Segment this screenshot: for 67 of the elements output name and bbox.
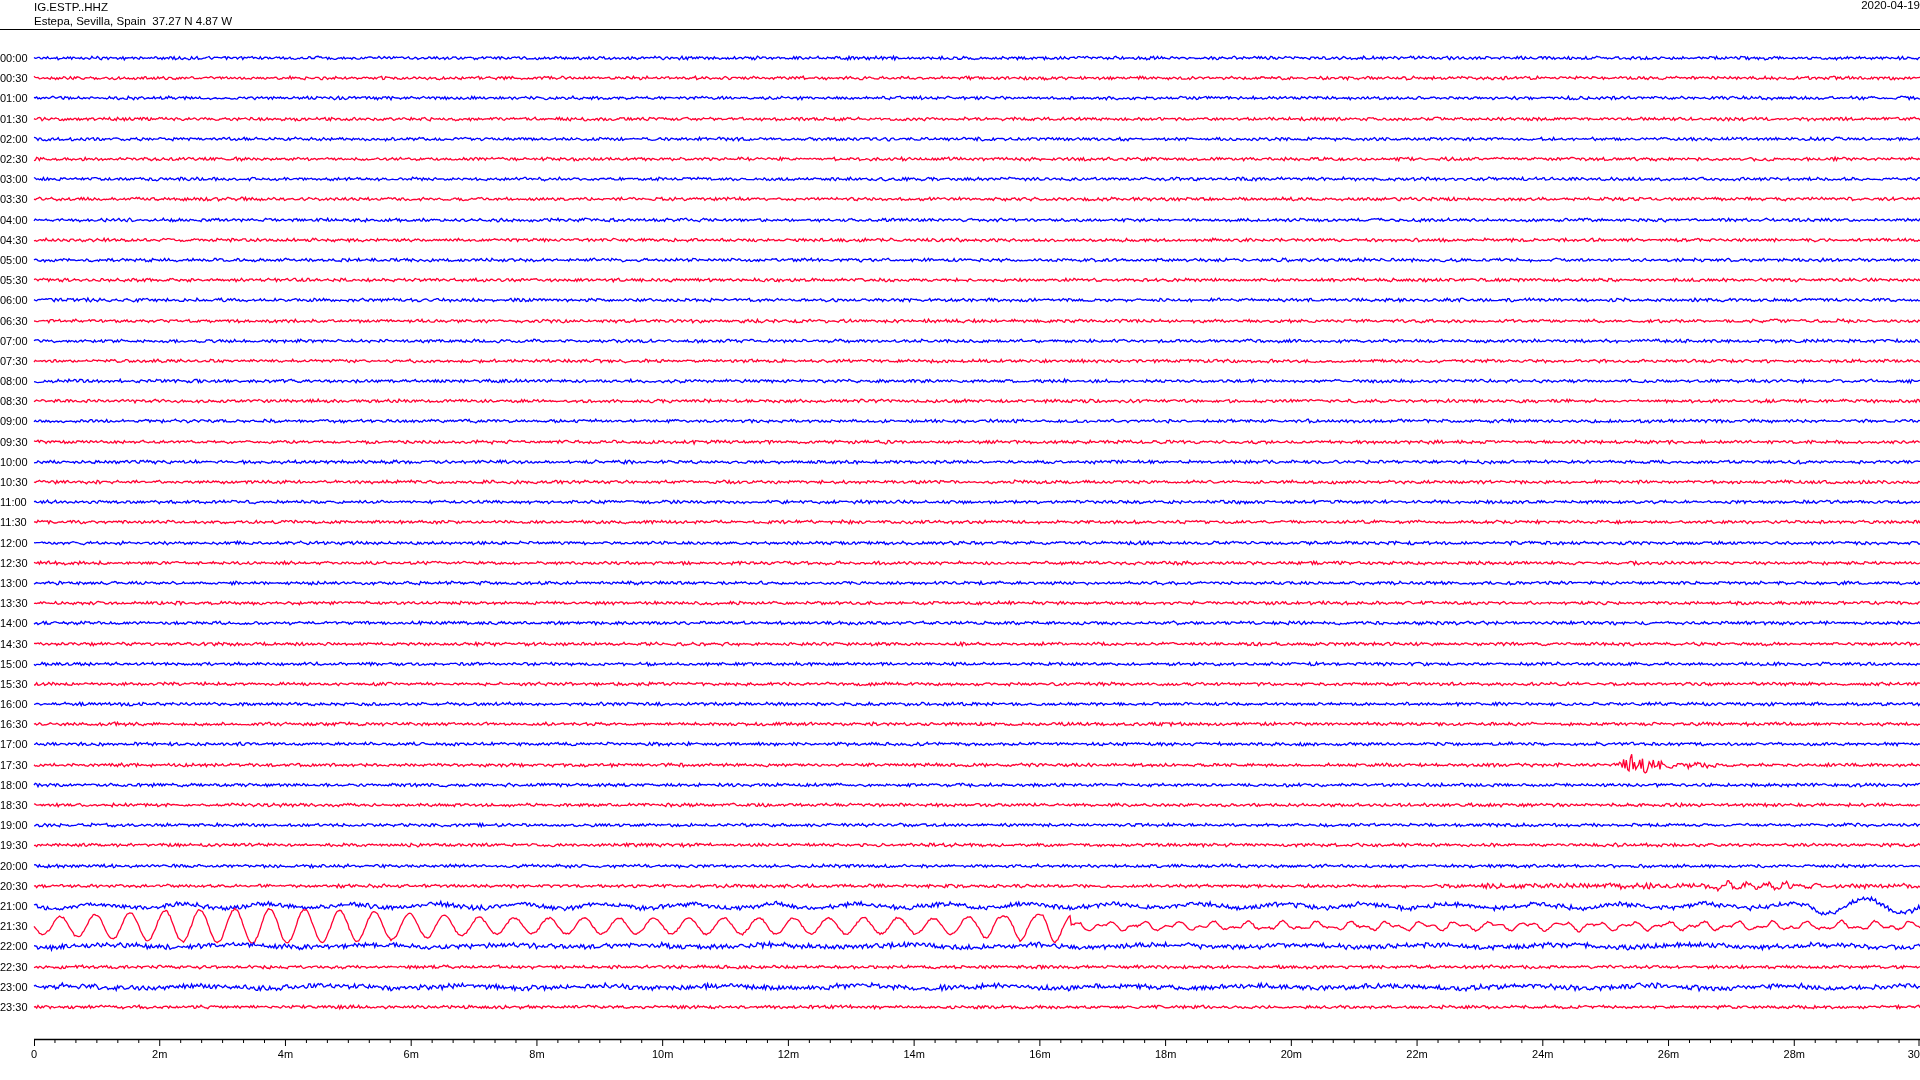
tick-label: 28m: [1783, 1048, 1805, 1060]
tick-label: 24m: [1532, 1048, 1554, 1060]
time-label: 03:00: [0, 173, 29, 186]
tick-label: 8m: [529, 1048, 545, 1060]
time-label: 08:30: [0, 395, 29, 408]
time-label: 05:00: [0, 253, 29, 266]
tick-label: 4m: [277, 1048, 294, 1060]
time-label: 11:30: [0, 516, 28, 529]
time-label: 07:30: [0, 354, 29, 367]
tick-label: 18m: [1154, 1048, 1177, 1060]
time-label: 19:30: [0, 839, 29, 852]
time-label: 20:00: [0, 859, 29, 872]
time-label: 11:00: [0, 496, 28, 509]
time-label: 03:30: [0, 193, 29, 206]
time-label: 21:30: [0, 920, 29, 933]
tick-label: 6m: [403, 1048, 419, 1060]
time-label: 06:00: [0, 294, 29, 307]
time-label: 01:00: [0, 92, 29, 105]
time-label: 01:30: [0, 112, 29, 125]
time-label: 00:30: [0, 72, 29, 85]
time-label: 20:30: [0, 879, 29, 892]
time-label: 02:00: [0, 132, 29, 145]
station-location: Estepa, Sevilla, Spain 37.27 N 4.87 W: [34, 14, 233, 28]
time-label: 13:30: [0, 597, 29, 610]
tick-label: 30: [1907, 1048, 1920, 1060]
time-label: 13:00: [0, 576, 29, 589]
tick-label: 12m: [777, 1048, 800, 1060]
time-label: 12:30: [0, 556, 29, 569]
time-label: 16:30: [0, 718, 29, 731]
time-label: 15:30: [0, 677, 29, 690]
time-label: 06:30: [0, 314, 29, 327]
time-label: 23:30: [0, 1000, 29, 1013]
time-label: 23:00: [0, 980, 29, 993]
time-label: 22:30: [0, 960, 29, 973]
time-label: 22:00: [0, 940, 29, 953]
station-code: IG.ESTP..HHZ: [34, 0, 109, 14]
time-label: 21:00: [0, 899, 29, 912]
time-label: 14:00: [0, 617, 29, 630]
time-label: 12:00: [0, 536, 29, 549]
tick-label: 14m: [903, 1048, 925, 1060]
tick-label: 22m: [1406, 1048, 1428, 1060]
time-label: 18:30: [0, 799, 29, 812]
tick-label: 0: [31, 1048, 38, 1060]
time-label: 10:30: [0, 476, 29, 489]
time-label: 04:00: [0, 213, 29, 226]
time-label: 19:00: [0, 819, 29, 832]
tick-label: 16m: [1029, 1048, 1051, 1060]
time-label: 09:30: [0, 435, 29, 448]
time-label: 02:30: [0, 153, 29, 166]
time-label: 10:00: [0, 455, 29, 468]
time-label: 18:00: [0, 778, 29, 791]
time-label: 16:00: [0, 698, 29, 711]
time-label: 09:00: [0, 415, 29, 428]
record-date: 2020-04-19: [1861, 0, 1920, 13]
time-label: 00:00: [0, 52, 29, 65]
tick-label: 26m: [1657, 1048, 1680, 1060]
time-label: 08:00: [0, 375, 29, 388]
time-label: 04:30: [0, 233, 29, 246]
tick-label: 2m: [152, 1048, 168, 1060]
time-label: 15:00: [0, 657, 29, 670]
time-label: 17:30: [0, 758, 29, 771]
time-label: 05:30: [0, 274, 29, 287]
time-label: 17:00: [0, 738, 29, 751]
time-label: 07:00: [0, 334, 29, 347]
tick-label: 20m: [1280, 1048, 1303, 1060]
tick-label: 10m: [651, 1048, 674, 1060]
time-label: 14:30: [0, 637, 29, 650]
